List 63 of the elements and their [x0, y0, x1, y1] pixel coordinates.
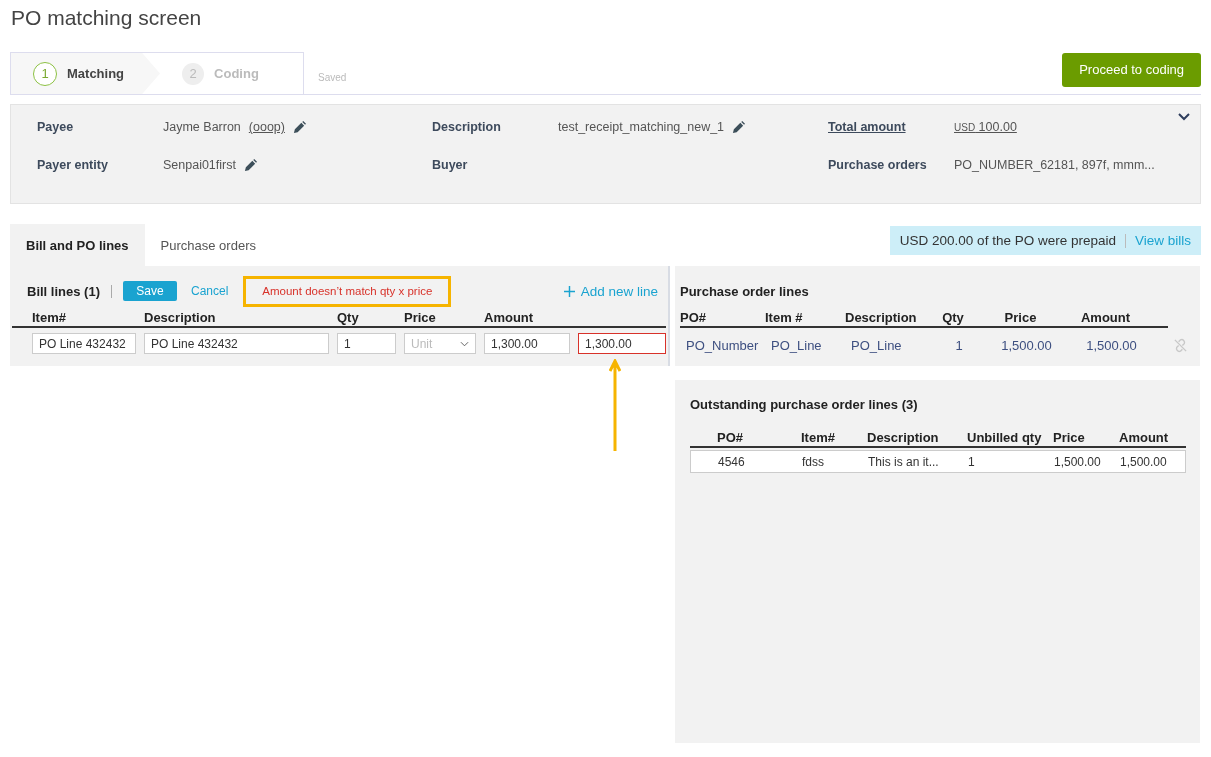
column-header: Price [404, 310, 437, 325]
table-cell-text: 1,500.00 [1054, 454, 1102, 469]
tab[interactable]: Purchase orders [144, 224, 272, 266]
section-title: Outstanding purchase order lines (3) [690, 395, 919, 414]
edit-icon[interactable] [732, 120, 746, 134]
save-status: Saved [318, 72, 347, 83]
page-title: PO matching screen [10, 5, 203, 31]
table-cell-text: 1,500.00 [1085, 338, 1138, 353]
step-tab[interactable]: 1 Matching [11, 53, 161, 94]
field-value: test_receipt_matching_new_1 [558, 120, 725, 134]
field-value: PO_NUMBER_62181, 897f, mmm... [954, 158, 1155, 172]
table-cell-text: PO_Line [851, 338, 903, 353]
chevron-down-icon[interactable] [1178, 113, 1190, 121]
column-header: Qty [941, 310, 965, 325]
table-cell-text: 1,500.00 [1000, 338, 1053, 353]
edit-icon[interactable] [243, 158, 257, 172]
column-header: Unbilled qty [967, 430, 1043, 445]
field-label: Payer entity [37, 158, 109, 172]
description-input[interactable]: PO Line 432432 [144, 333, 329, 354]
plus-icon [563, 285, 575, 297]
field-label: Purchase orders [828, 158, 928, 172]
table-row[interactable]: 4546 fdss This is an it... 1 1,500.00 1,500.00 [690, 450, 1186, 473]
total-amount-link[interactable]: Total amount [828, 120, 946, 134]
column-header: Amount [1119, 430, 1170, 445]
column-header: Description [867, 430, 940, 445]
table-cell-text: PO_Line [771, 338, 823, 353]
column-header: PO# [717, 430, 744, 445]
tab[interactable]: Bill and PO lines [10, 224, 145, 266]
section-title: Bill lines (1) [27, 283, 100, 299]
field-label: Buyer [432, 158, 469, 172]
qty-input[interactable]: 1 [337, 333, 396, 354]
total-amount-value[interactable]: USD 100.00 [954, 120, 1017, 134]
payee-link[interactable]: (ooop) [248, 120, 285, 134]
table-cell-text: 4546 [718, 454, 746, 469]
table-cell-text: PO_Number [686, 338, 760, 353]
column-header: Price [1053, 430, 1086, 445]
edit-icon[interactable] [292, 120, 306, 134]
field-value: Senpai01first [163, 158, 236, 172]
field-value: Jayme Barron [163, 120, 241, 134]
field-label: Payee [37, 120, 75, 134]
column-header: Item # [765, 310, 804, 325]
table-cell-text: 1,500.00 [1120, 454, 1168, 469]
field-label: Description [432, 120, 502, 134]
error-message: Amount doesn’t match qty x price [243, 275, 452, 307]
column-header: Amount [1079, 310, 1132, 325]
item-input[interactable]: PO Line 432432 [32, 333, 136, 354]
column-header: PO# [680, 310, 707, 325]
price-input[interactable]: 1,300.00 [484, 333, 570, 354]
column-header: Qty [337, 310, 360, 325]
column-header: Description [845, 310, 918, 325]
notice-text: USD 200.00 of the PO were prepaid [899, 233, 1116, 248]
section-title: Purchase order lines [680, 282, 810, 301]
amount-input[interactable]: 1,300.00 [578, 333, 666, 354]
column-header: Item# [32, 310, 67, 325]
column-header: Amount [484, 310, 535, 325]
column-header: Description [144, 310, 217, 325]
table-cell-text: 1 [968, 454, 976, 469]
caret-icon [460, 340, 469, 347]
table-cell-text: 1 [954, 338, 964, 353]
column-header: Item# [801, 430, 836, 445]
table-cell-text: This is an it... [868, 454, 940, 469]
table-cell-text: fdss [802, 454, 825, 469]
column-header: Price [1003, 310, 1038, 325]
